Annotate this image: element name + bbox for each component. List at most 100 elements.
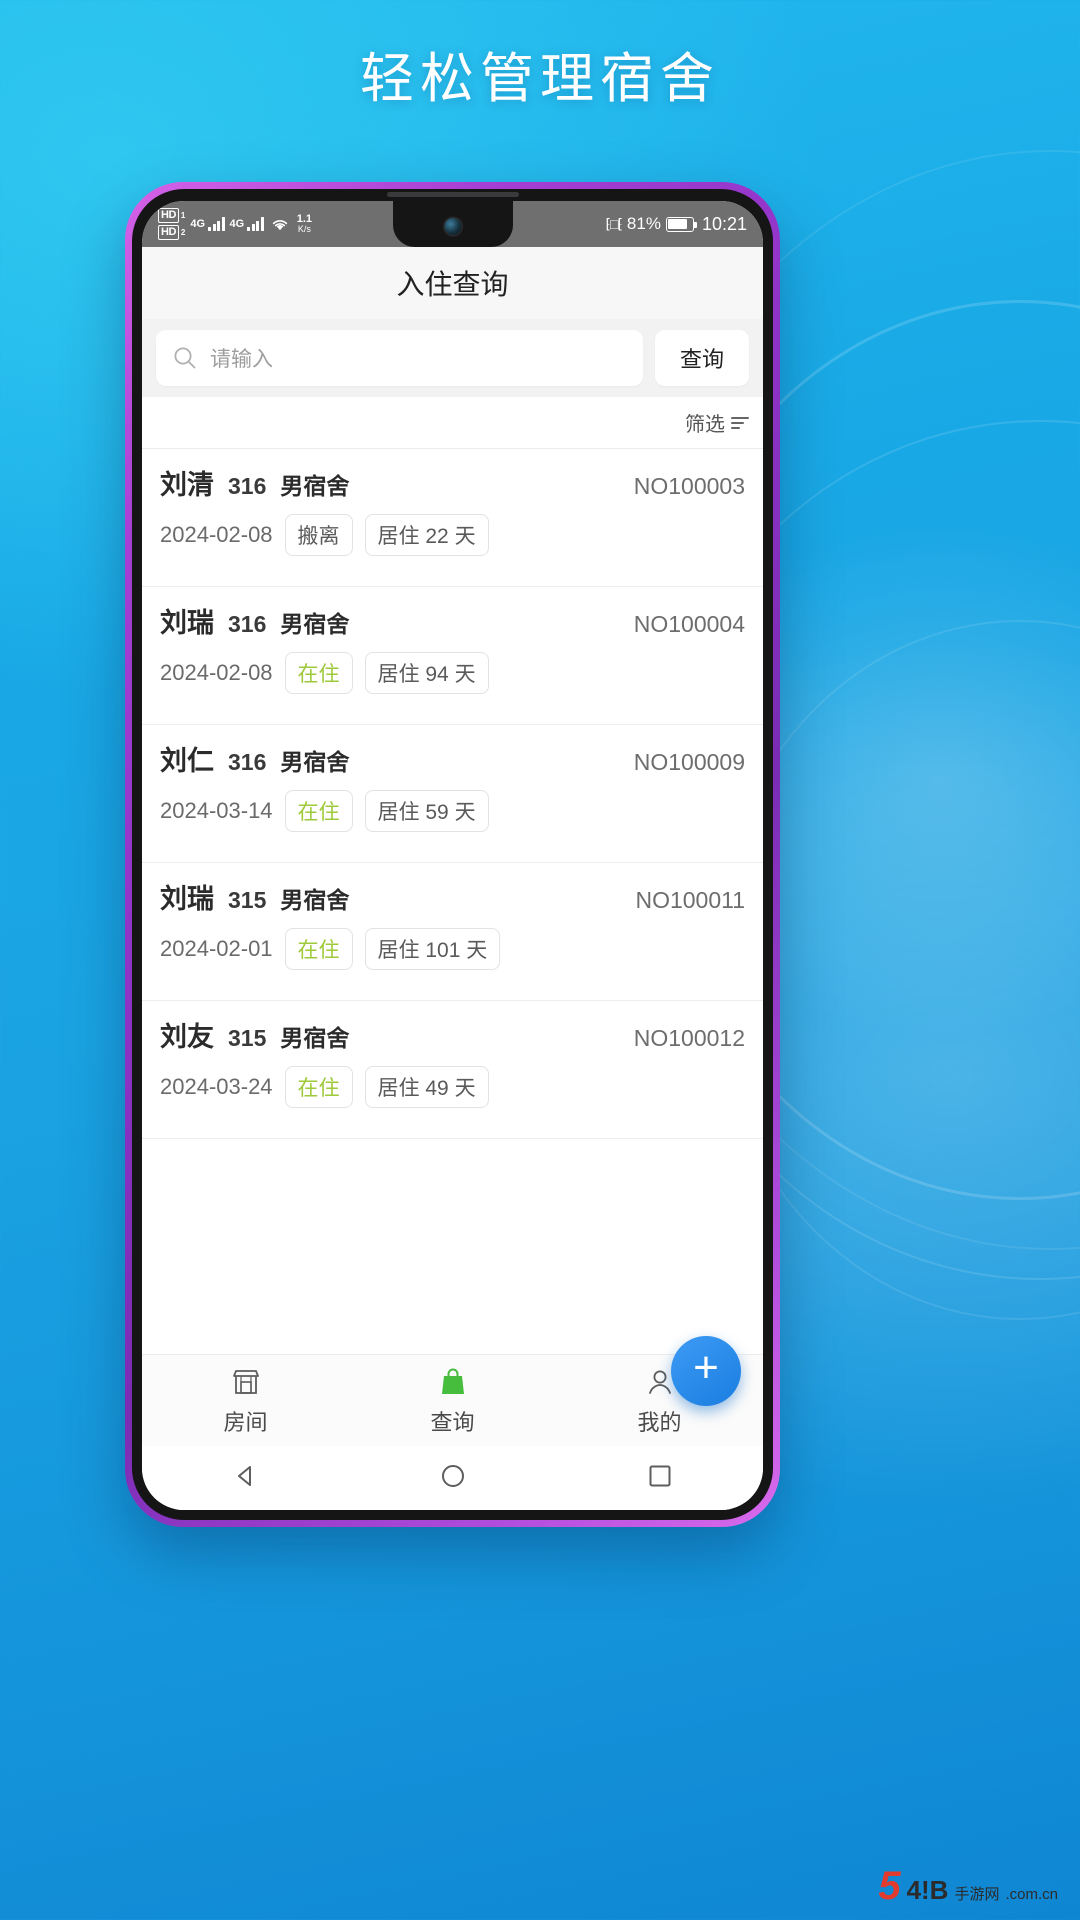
row-secondary-line: 2024-03-14 在住 居住 59 天: [160, 790, 745, 832]
resident-name: 刘仁: [160, 746, 214, 776]
row-secondary-line: 2024-03-24 在住 居住 49 天: [160, 1066, 745, 1108]
table-row[interactable]: 刘仁 316 男宿舍 NO100009 2024-03-14 在住 居住 59 …: [142, 725, 763, 863]
filter-list-icon[interactable]: [731, 416, 749, 429]
resident-name: 刘清: [160, 470, 214, 500]
battery-percent: 81%: [626, 214, 661, 233]
dorm-type: 男宿舍: [280, 749, 350, 775]
search-input-placeholder[interactable]: 请输入: [210, 343, 273, 373]
watermark-cn: 手游网: [954, 1886, 1000, 1903]
status-badge: 在住: [284, 790, 353, 832]
row-primary-line: 刘仁 316 男宿舍 NO100009: [160, 739, 745, 778]
bag-icon: [437, 1365, 469, 1399]
page-title: 入住查询: [396, 269, 509, 300]
hd-badge-label-1: HD: [158, 208, 179, 223]
stay-duration-badge: 居住 22 天: [364, 514, 489, 556]
volte-badge-1: HD 1: [158, 208, 185, 223]
row-secondary-line: 2024-02-08 搬离 居住 22 天: [160, 514, 745, 556]
dorm-type: 男宿舍: [280, 887, 350, 913]
add-button[interactable]: +: [671, 1336, 741, 1406]
tab-rooms-label: 房间: [223, 1409, 268, 1435]
room-number: 316: [228, 611, 267, 637]
check-in-date: 2024-02-08: [160, 522, 273, 547]
volte-badge-2: HD 2: [158, 225, 185, 240]
table-row[interactable]: 刘瑞 315 男宿舍 NO100011 2024-02-01 在住 居住 101…: [142, 863, 763, 1001]
resident-name: 刘友: [160, 1022, 214, 1052]
room-number: 315: [228, 1025, 267, 1051]
record-no: NO100003: [633, 473, 745, 499]
tab-query-label: 查询: [430, 1409, 475, 1435]
filter-row[interactable]: 筛选: [142, 397, 763, 449]
data-rate-indicator: 1.1 K/s: [297, 214, 312, 234]
status-bar-left: HD 1 HD 2 4G 4G 1.1 K/s: [158, 208, 312, 240]
row-secondary-line: 2024-02-01 在住 居住 101 天: [160, 928, 745, 970]
page-headline: 轻松管理宿舍: [360, 49, 720, 109]
android-nav-bar: [142, 1446, 763, 1510]
vibrate-icon: ⁅□⁅: [605, 215, 623, 232]
row-primary-line: 刘友 315 男宿舍 NO100012: [160, 1015, 745, 1054]
network-type-2: 4G: [229, 218, 245, 230]
volte-badges: HD 1 HD 2: [158, 208, 185, 240]
status-bar-clock: 10:21: [701, 213, 747, 234]
stay-duration-badge: 居住 94 天: [364, 652, 489, 694]
hd-badge-sub-2: 2: [180, 228, 186, 237]
signal-group-2: 4G: [230, 217, 264, 231]
resident-name: 刘瑞: [160, 884, 214, 914]
status-badge: 搬离: [284, 514, 353, 556]
search-box[interactable]: 请输入: [156, 330, 643, 386]
filter-label: 筛选: [685, 414, 725, 436]
record-no: NO100011: [635, 887, 745, 913]
query-button[interactable]: 查询: [655, 330, 749, 386]
row-primary-line: 刘瑞 315 男宿舍 NO100011: [160, 877, 745, 916]
site-watermark: 5 4!B 手游网 .com.cn: [878, 1866, 1058, 1906]
check-in-date: 2024-03-24: [160, 1074, 273, 1099]
resident-name: 刘瑞: [160, 608, 214, 638]
check-in-date: 2024-02-01: [160, 936, 273, 961]
wifi-icon: [271, 217, 289, 231]
watermark-mid: 4!B: [906, 1875, 949, 1905]
status-badge: 在住: [284, 1066, 353, 1108]
hd-badge-label-2: HD: [158, 225, 179, 240]
app-title-bar: 入住查询: [142, 247, 763, 319]
network-type-1: 4G: [190, 218, 206, 230]
room-number: 315: [228, 887, 267, 913]
record-no: NO100012: [633, 1025, 745, 1051]
home-circle-icon[interactable]: [438, 1461, 468, 1496]
tab-query[interactable]: 查询: [349, 1365, 556, 1437]
status-badge: 在住: [284, 652, 353, 694]
table-row[interactable]: 刘友 315 男宿舍 NO100012 2024-03-24 在住 居住 49 …: [142, 1001, 763, 1139]
phone-screen: HD 1 HD 2 4G 4G 1.1 K/s ⁅□⁅ 81% 10:21 入住…: [142, 201, 763, 1510]
room-number: 316: [228, 749, 267, 775]
table-row[interactable]: 刘瑞 316 男宿舍 NO100004 2024-02-08 在住 居住 94 …: [142, 587, 763, 725]
recent-square-icon[interactable]: [645, 1461, 675, 1496]
back-triangle-icon[interactable]: [231, 1461, 261, 1496]
battery-icon: [665, 216, 697, 232]
tab-mine-label: 我的: [637, 1409, 682, 1435]
store-icon: [230, 1365, 262, 1399]
stay-duration-badge: 居住 49 天: [364, 1066, 489, 1108]
check-in-date: 2024-03-14: [160, 798, 273, 823]
phone-mockup: HD 1 HD 2 4G 4G 1.1 K/s ⁅□⁅ 81% 10:21 入住…: [125, 182, 780, 1527]
front-camera: [444, 218, 461, 235]
table-row[interactable]: 刘清 316 男宿舍 NO100003 2024-02-08 搬离 居住 22 …: [142, 449, 763, 587]
tab-rooms[interactable]: 房间: [142, 1365, 349, 1437]
plus-icon: +: [693, 1343, 719, 1392]
status-badge: 在住: [284, 928, 353, 970]
occupancy-list[interactable]: 刘清 316 男宿舍 NO100003 2024-02-08 搬离 居住 22 …: [142, 449, 763, 1354]
watermark-domain: .com.cn: [1005, 1886, 1058, 1903]
signal-group-1: 4G: [190, 217, 225, 231]
search-icon: [172, 345, 198, 371]
status-bar-right: ⁅□⁅ 81% 10:21: [606, 214, 747, 235]
bottom-tab-bar: 房间 查询 我的: [142, 1354, 763, 1446]
row-secondary-line: 2024-02-08 在住 居住 94 天: [160, 652, 745, 694]
dorm-type: 男宿舍: [280, 473, 350, 499]
stay-duration-badge: 居住 101 天: [364, 928, 501, 970]
earpiece-speaker: [386, 192, 519, 197]
watermark-number: 5: [878, 1864, 901, 1908]
record-no: NO100004: [633, 611, 745, 637]
signal-bars-icon-1: [208, 217, 225, 231]
signal-bars-icon-2: [247, 217, 264, 231]
dorm-type: 男宿舍: [280, 1025, 350, 1051]
row-primary-line: 刘瑞 316 男宿舍 NO100004: [160, 601, 745, 640]
status-bar: HD 1 HD 2 4G 4G 1.1 K/s ⁅□⁅ 81% 10:21: [142, 201, 763, 247]
hd-badge-sub-1: 1: [180, 211, 186, 220]
